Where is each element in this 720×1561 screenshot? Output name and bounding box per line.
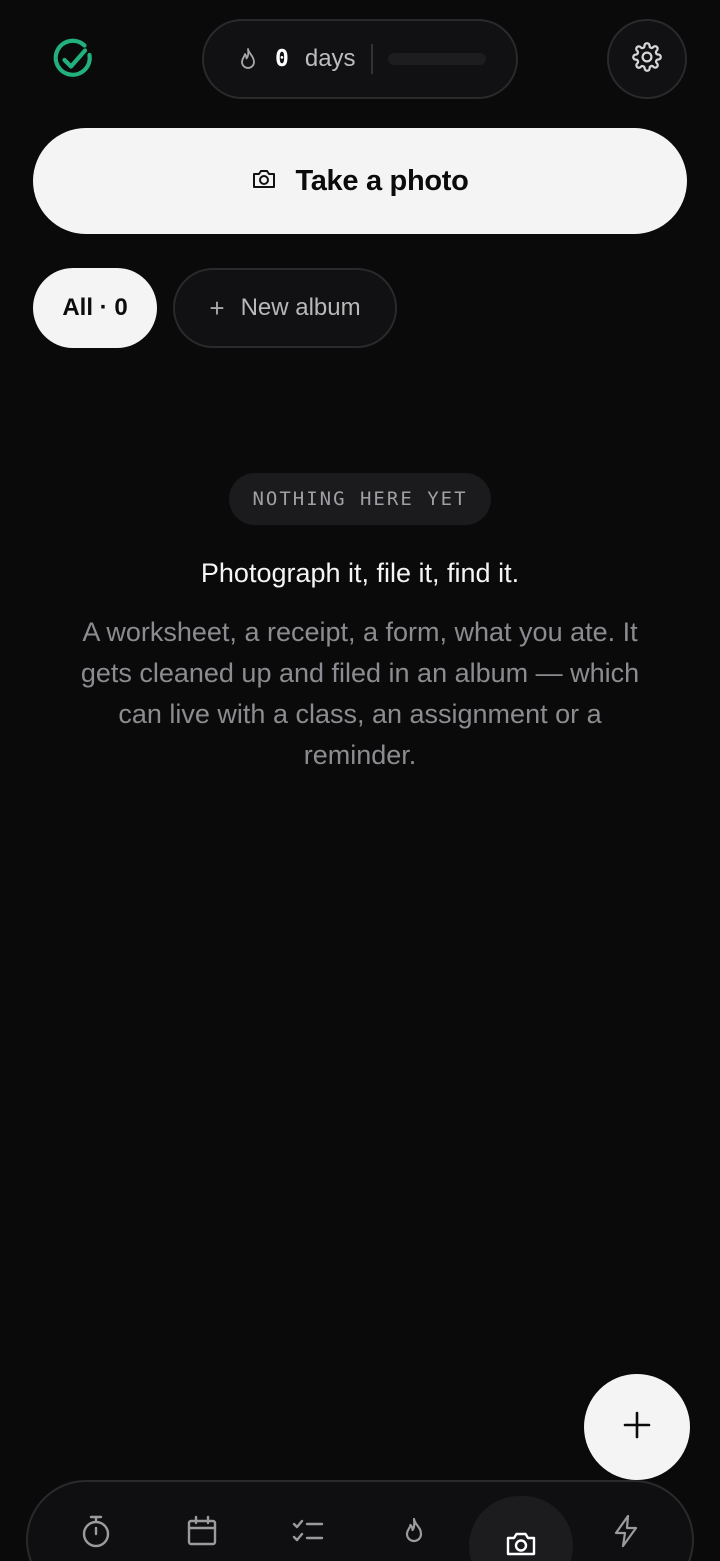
album-chip-all[interactable]: All · 0 bbox=[33, 268, 157, 348]
new-album-label: New album bbox=[240, 294, 361, 321]
nav-item-photos[interactable] bbox=[469, 1496, 573, 1561]
gear-icon bbox=[632, 41, 662, 77]
camera-icon bbox=[505, 1530, 537, 1561]
take-photo-button[interactable]: Take a photo bbox=[33, 128, 687, 234]
new-album-button[interactable]: + New album bbox=[173, 268, 397, 348]
streak-pill[interactable]: 0 days bbox=[202, 19, 518, 99]
add-button[interactable] bbox=[584, 1374, 690, 1480]
app-root: 0 days Take a photo All · 0 + New album … bbox=[0, 0, 720, 1561]
streak-progress-bar bbox=[387, 53, 486, 65]
nav-item-calendar[interactable] bbox=[152, 1496, 252, 1561]
lightning-icon bbox=[613, 1514, 639, 1553]
camera-icon bbox=[251, 167, 277, 196]
settings-button[interactable] bbox=[607, 19, 687, 99]
flame-icon bbox=[402, 1517, 426, 1550]
nav-item-streak[interactable] bbox=[364, 1496, 464, 1561]
plus-icon: + bbox=[209, 293, 225, 323]
streak-count: 0 bbox=[275, 46, 289, 72]
nav-item-tasks[interactable] bbox=[258, 1496, 358, 1561]
nav-item-quick[interactable] bbox=[576, 1496, 676, 1561]
nav-item-timer[interactable] bbox=[46, 1496, 146, 1561]
empty-state-title: Photograph it, file it, find it. bbox=[200, 558, 520, 588]
timer-icon bbox=[79, 1513, 113, 1554]
take-photo-label: Take a photo bbox=[295, 164, 469, 197]
empty-state-description: A worksheet, a receipt, a form, what you… bbox=[80, 617, 640, 770]
streak-unit: days bbox=[304, 45, 356, 72]
checklist-icon bbox=[291, 1516, 325, 1551]
plus-icon bbox=[622, 1410, 652, 1445]
calendar-icon bbox=[186, 1515, 218, 1552]
flame-icon bbox=[236, 47, 260, 71]
bottom-nav bbox=[26, 1480, 694, 1561]
empty-state-badge: NOTHING HERE YET bbox=[229, 473, 491, 525]
divider bbox=[370, 44, 373, 74]
check-circle-icon bbox=[50, 37, 96, 83]
